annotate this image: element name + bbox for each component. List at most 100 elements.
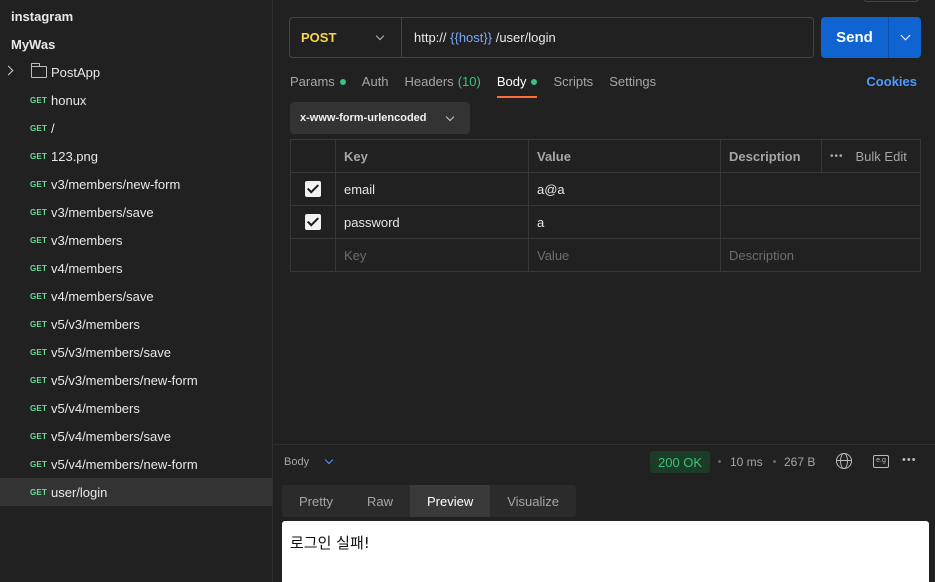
request-label: /: [51, 120, 55, 136]
url-variable: {{host}}: [450, 30, 493, 45]
url-suffix: /user/login: [492, 30, 556, 45]
tab-headers[interactable]: Headers (10): [405, 74, 481, 98]
sidebar-request[interactable]: GET v5/v4/members: [0, 394, 273, 422]
request-label: v5/v3/members/save: [51, 344, 171, 360]
table-row-empty: Key Value Description: [290, 238, 921, 272]
method-badge: GET: [30, 179, 48, 189]
table-header-row: Key Value Description ••• Bulk Edit: [290, 139, 921, 173]
bulk-edit-button[interactable]: ••• Bulk Edit: [821, 139, 921, 173]
method-badge: GET: [30, 263, 48, 273]
headers-count: (10): [457, 74, 481, 89]
key-placeholder[interactable]: Key: [335, 238, 529, 272]
sidebar-request[interactable]: GET v5/v3/members: [0, 310, 273, 338]
tab-pretty[interactable]: Pretty: [282, 485, 350, 517]
request-label: honux: [51, 92, 87, 108]
key-cell[interactable]: email: [335, 172, 529, 206]
params-table: Key Value Description ••• Bulk Edit email…: [290, 139, 921, 272]
sidebar-request[interactable]: GET v3/members/save: [0, 198, 273, 226]
value-cell[interactable]: a: [528, 205, 721, 239]
request-label: v3/members/save: [51, 204, 154, 220]
chevron-down-icon[interactable]: [324, 455, 334, 465]
description-cell[interactable]: [720, 172, 921, 206]
tab-body[interactable]: Body: [496, 74, 538, 98]
request-label: v3/members: [51, 232, 123, 248]
sidebar-request[interactable]: GET v3/members: [0, 226, 273, 254]
chevron-down-icon: [445, 112, 455, 122]
method-badge: GET: [30, 235, 48, 245]
bulk-edit-label: Bulk Edit: [855, 148, 907, 164]
tab-scripts[interactable]: Scripts: [553, 74, 593, 98]
more-options-icon[interactable]: •••: [902, 454, 917, 466]
method-badge: GET: [30, 431, 48, 441]
tab-label: Settings: [609, 74, 657, 89]
sidebar-request[interactable]: GET honux: [0, 86, 273, 114]
more-dots-icon: •••: [830, 150, 844, 162]
tab-label: Headers: [404, 74, 454, 89]
sidebar-request[interactable]: GET /: [0, 114, 273, 142]
send-options-chevron-icon[interactable]: [888, 17, 921, 58]
method-badge: GET: [30, 347, 48, 357]
sidebar-request[interactable]: GET v4/members/save: [0, 282, 273, 310]
url-input[interactable]: http:// {{host}} /user/login: [402, 30, 556, 45]
separator-dot: [773, 460, 776, 463]
method-badge: GET: [30, 95, 48, 105]
chevron-right-icon[interactable]: [3, 65, 14, 76]
send-button-group: Send: [821, 17, 921, 58]
request-label: v3/members/new-form: [51, 176, 181, 192]
method-badge: GET: [30, 459, 48, 469]
tab-params[interactable]: Params: [290, 74, 346, 98]
tab-label: Scripts: [553, 74, 594, 89]
send-button[interactable]: Send: [821, 17, 888, 58]
method-select[interactable]: POST: [290, 18, 402, 57]
toolbar-button-edge[interactable]: [863, 0, 919, 2]
sidebar-request-active[interactable]: GET user/login: [0, 478, 273, 506]
request-label: v4/members: [51, 260, 123, 276]
sidebar-request[interactable]: GET v5/v4/members/new-form: [0, 450, 273, 478]
value-placeholder[interactable]: Value: [528, 238, 721, 272]
checkbox-checked[interactable]: [305, 214, 321, 231]
request-tabs: Params Auth Headers (10) Body Scripts Set…: [290, 74, 672, 98]
save-example-icon[interactable]: e.g: [873, 455, 889, 468]
body-type-select[interactable]: x-www-form-urlencoded: [290, 102, 470, 134]
sidebar-request[interactable]: GET v5/v3/members/new-form: [0, 366, 273, 394]
collection-mywas[interactable]: MyWas: [0, 30, 273, 58]
sidebar-request[interactable]: GET 123.png: [0, 142, 273, 170]
description-placeholder[interactable]: Description: [720, 238, 921, 272]
request-label: v5/v4/members/save: [51, 428, 171, 444]
tab-auth[interactable]: Auth: [362, 74, 389, 98]
status-badge[interactable]: 200 OK: [650, 451, 711, 473]
url-prefix: http://: [414, 30, 451, 45]
globe-icon[interactable]: [836, 453, 852, 469]
folder-label: PostApp: [51, 64, 101, 80]
response-bar: Body 200 OK 10 ms 267 B e.g •••: [274, 444, 935, 480]
tab-raw[interactable]: Raw: [350, 485, 410, 517]
tab-label: Auth: [361, 74, 389, 89]
sidebar-request[interactable]: GET v5/v4/members/save: [0, 422, 273, 450]
tab-visualize[interactable]: Visualize: [490, 485, 576, 517]
row-checkbox-cell[interactable]: [290, 172, 336, 206]
row-checkbox-cell[interactable]: [290, 205, 336, 239]
sidebar-request[interactable]: GET v5/v3/members/save: [0, 338, 273, 366]
value-column-header: Value: [528, 139, 721, 173]
chevron-down-icon: [375, 31, 385, 41]
body-type-label: x-www-form-urlencoded: [300, 112, 427, 124]
status-dot-icon: [531, 79, 538, 85]
response-body-label[interactable]: Body: [284, 456, 309, 468]
checkbox-column-header: [290, 139, 336, 173]
checkbox-checked[interactable]: [305, 181, 321, 198]
response-size[interactable]: 267 B: [784, 455, 815, 469]
request-label: v5/v3/members/new-form: [51, 372, 198, 388]
tab-settings[interactable]: Settings: [609, 74, 656, 98]
key-cell[interactable]: password: [335, 205, 529, 239]
cookies-link[interactable]: Cookies: [866, 74, 917, 89]
folder-postapp[interactable]: PostApp: [0, 58, 273, 86]
request-label: v5/v4/members: [51, 400, 140, 416]
description-cell[interactable]: [720, 205, 921, 239]
row-checkbox-cell: [290, 238, 336, 272]
tab-preview[interactable]: Preview: [409, 485, 491, 517]
value-cell[interactable]: a@a: [528, 172, 721, 206]
sidebar-request[interactable]: GET v4/members: [0, 254, 273, 282]
collection-instagram[interactable]: instagram: [0, 2, 273, 30]
sidebar-request[interactable]: GET v3/members/new-form: [0, 170, 273, 198]
response-time[interactable]: 10 ms: [730, 455, 763, 469]
